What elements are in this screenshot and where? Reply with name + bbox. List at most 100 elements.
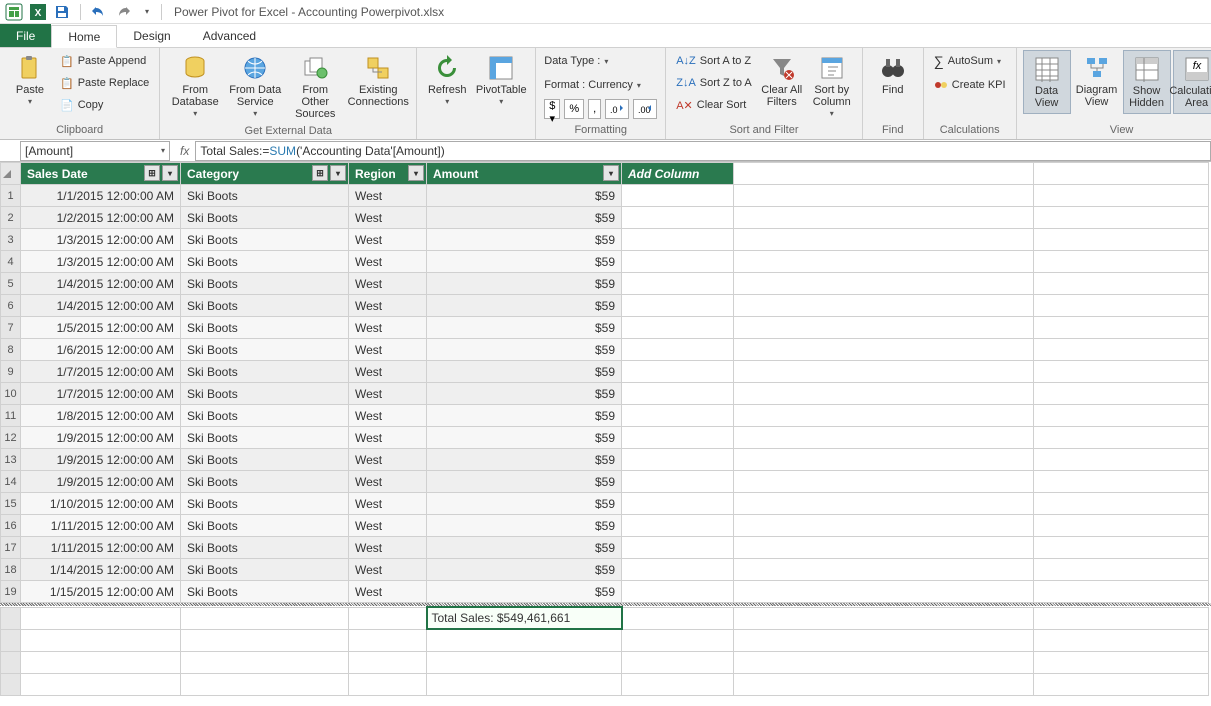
paste-append-button[interactable]: 📋Paste Append <box>56 50 153 72</box>
cell-category[interactable]: Ski Boots <box>181 251 349 273</box>
cell-amount[interactable]: $59 <box>427 493 622 515</box>
cell-amount[interactable]: $59 <box>427 405 622 427</box>
percent-button[interactable]: % <box>564 99 584 119</box>
row-header[interactable]: 3 <box>1 229 21 251</box>
cell-region[interactable]: West <box>349 317 427 339</box>
comma-button[interactable]: , <box>588 99 601 119</box>
formula-input[interactable]: Total Sales:=SUM('Accounting Data'[Amoun… <box>195 141 1211 161</box>
from-database-button[interactable]: From Database▾ <box>166 50 224 123</box>
filter-icon[interactable]: ▾ <box>603 165 619 181</box>
cell-sales-date[interactable]: 1/7/2015 12:00:00 AM <box>21 383 181 405</box>
row-header[interactable]: 5 <box>1 273 21 295</box>
copy-button[interactable]: 📄Copy <box>56 94 153 116</box>
cell-category[interactable]: Ski Boots <box>181 295 349 317</box>
cell-category[interactable]: Ski Boots <box>181 383 349 405</box>
pivottable-button[interactable]: PivotTable▾ <box>473 50 529 111</box>
cell-region[interactable]: West <box>349 339 427 361</box>
cell-sales-date[interactable]: 1/15/2015 12:00:00 AM <box>21 581 181 603</box>
cell-sales-date[interactable]: 1/1/2015 12:00:00 AM <box>21 185 181 207</box>
cell-sales-date[interactable]: 1/3/2015 12:00:00 AM <box>21 251 181 273</box>
row-header[interactable]: 12 <box>1 427 21 449</box>
row-header[interactable]: 4 <box>1 251 21 273</box>
row-header[interactable]: 13 <box>1 449 21 471</box>
create-kpi-button[interactable]: Create KPI <box>930 74 1010 96</box>
fx-icon[interactable]: fx <box>180 144 189 158</box>
cell-region[interactable]: West <box>349 383 427 405</box>
measure-cell-total-sales[interactable]: Total Sales: $549,461,661 <box>427 607 622 629</box>
calculation-area-button[interactable]: fx Calculation Area <box>1173 50 1211 114</box>
cell-region[interactable]: West <box>349 581 427 603</box>
tab-file[interactable]: File <box>0 24 51 47</box>
cell-region[interactable]: West <box>349 229 427 251</box>
from-data-service-button[interactable]: From Data Service▾ <box>226 50 284 123</box>
cell-sales-date[interactable]: 1/8/2015 12:00:00 AM <box>21 405 181 427</box>
cell-sales-date[interactable]: 1/10/2015 12:00:00 AM <box>21 493 181 515</box>
cell-amount[interactable]: $59 <box>427 515 622 537</box>
cell-amount[interactable]: $59 <box>427 339 622 361</box>
row-header[interactable]: 6 <box>1 295 21 317</box>
cell-region[interactable]: West <box>349 449 427 471</box>
cell-sales-date[interactable]: 1/6/2015 12:00:00 AM <box>21 339 181 361</box>
cell-category[interactable]: Ski Boots <box>181 405 349 427</box>
cell-category[interactable]: Ski Boots <box>181 559 349 581</box>
paste-button[interactable]: Paste ▾ <box>6 50 54 111</box>
row-header[interactable]: 8 <box>1 339 21 361</box>
tab-home[interactable]: Home <box>51 25 117 48</box>
cell-category[interactable]: Ski Boots <box>181 427 349 449</box>
clear-sort-button[interactable]: A✕Clear Sort <box>672 94 756 116</box>
cell-sales-date[interactable]: 1/14/2015 12:00:00 AM <box>21 559 181 581</box>
cell-amount[interactable]: $59 <box>427 361 622 383</box>
cell-region[interactable]: West <box>349 559 427 581</box>
cell-region[interactable]: West <box>349 207 427 229</box>
data-type-dropdown[interactable]: ▾ <box>604 57 608 66</box>
column-header-category[interactable]: Category ⊞ ▾ <box>181 163 349 185</box>
filter-icon[interactable]: ▾ <box>408 165 424 181</box>
cell-region[interactable]: West <box>349 361 427 383</box>
redo-icon[interactable] <box>113 2 133 22</box>
row-header[interactable]: 1 <box>1 185 21 207</box>
cell-amount[interactable]: $59 <box>427 229 622 251</box>
cell-region[interactable]: West <box>349 493 427 515</box>
cell-region[interactable]: West <box>349 185 427 207</box>
cell-sales-date[interactable]: 1/9/2015 12:00:00 AM <box>21 427 181 449</box>
clear-all-filters-button[interactable]: Clear All Filters <box>758 50 806 112</box>
sort-by-column-button[interactable]: Sort by Column▾ <box>808 50 856 123</box>
column-header-sales-date[interactable]: Sales Date ⊞ ▾ <box>21 163 181 185</box>
cell-category[interactable]: Ski Boots <box>181 449 349 471</box>
relation-icon[interactable]: ⊞ <box>312 165 328 181</box>
cell-category[interactable]: Ski Boots <box>181 361 349 383</box>
format-dropdown[interactable]: ▾ <box>637 81 641 90</box>
filter-icon[interactable]: ▾ <box>162 165 178 181</box>
row-header[interactable]: 7 <box>1 317 21 339</box>
row-header[interactable]: 10 <box>1 383 21 405</box>
decrease-decimal-button[interactable]: .00 <box>633 99 657 119</box>
cell-category[interactable]: Ski Boots <box>181 273 349 295</box>
cell-amount[interactable]: $59 <box>427 251 622 273</box>
cell-sales-date[interactable]: 1/3/2015 12:00:00 AM <box>21 229 181 251</box>
refresh-button[interactable]: Refresh▾ <box>423 50 471 111</box>
cell-amount[interactable]: $59 <box>427 317 622 339</box>
cell-sales-date[interactable]: 1/11/2015 12:00:00 AM <box>21 537 181 559</box>
currency-symbol-button[interactable]: $ ▾ <box>544 99 560 119</box>
save-icon[interactable] <box>52 2 72 22</box>
column-header-amount[interactable]: Amount ▾ <box>427 163 622 185</box>
cell-amount[interactable]: $59 <box>427 207 622 229</box>
cell-category[interactable]: Ski Boots <box>181 207 349 229</box>
column-header-region[interactable]: Region ▾ <box>349 163 427 185</box>
cell-amount[interactable]: $59 <box>427 471 622 493</box>
tab-advanced[interactable]: Advanced <box>187 24 272 47</box>
cell-category[interactable]: Ski Boots <box>181 515 349 537</box>
cell-category[interactable]: Ski Boots <box>181 229 349 251</box>
cell-amount[interactable]: $59 <box>427 273 622 295</box>
cell-category[interactable]: Ski Boots <box>181 339 349 361</box>
show-hidden-button[interactable]: Show Hidden <box>1123 50 1171 114</box>
cell-region[interactable]: West <box>349 515 427 537</box>
cell-amount[interactable]: $59 <box>427 559 622 581</box>
cell-region[interactable]: West <box>349 273 427 295</box>
cell-sales-date[interactable]: 1/9/2015 12:00:00 AM <box>21 449 181 471</box>
row-header[interactable]: 15 <box>1 493 21 515</box>
row-header[interactable]: 17 <box>1 537 21 559</box>
namebox-dropdown-icon[interactable]: ▾ <box>161 146 165 155</box>
cell-amount[interactable]: $59 <box>427 427 622 449</box>
cell-amount[interactable]: $59 <box>427 383 622 405</box>
